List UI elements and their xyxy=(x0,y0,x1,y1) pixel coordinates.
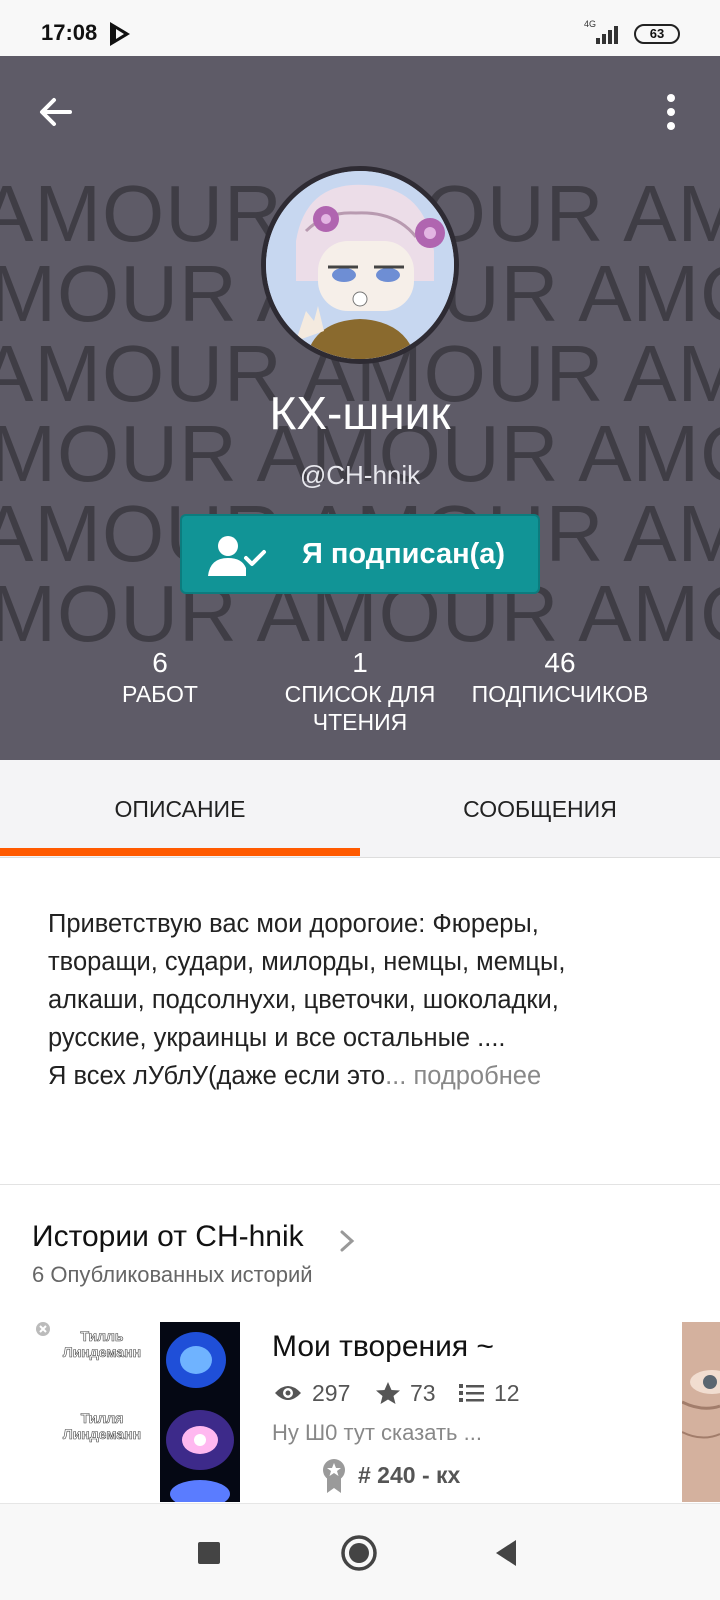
avatar-image xyxy=(266,171,454,359)
eye-icon xyxy=(275,1386,301,1400)
signal-icon: 4G xyxy=(584,19,618,44)
story-votes: 73 xyxy=(374,1376,454,1410)
rank-badge-icon xyxy=(323,1459,345,1493)
description-line: Приветствую вас мои дорогоие: Фюреры, xyxy=(48,910,539,938)
stat-reading-lists[interactable]: 1 СПИСОК ДЛЯ ЧТЕНИЯ xyxy=(270,646,450,736)
recent-apps-icon[interactable] xyxy=(190,1534,228,1572)
battery-icon: 63 xyxy=(634,24,680,44)
description-ellipsis: ... xyxy=(385,1062,407,1090)
stat-followers-label: ПОДПИСЧИКОВ xyxy=(471,681,649,707)
display-name: КХ-шник xyxy=(269,387,451,439)
profile-tabs: ОПИСАНИЕ СООБЩЕНИЯ xyxy=(0,760,720,858)
story-votes-count: 73 xyxy=(410,1380,436,1406)
story-views-count: 297 xyxy=(312,1380,351,1406)
description-line: алкаши, подсолнухи, цветочки, шоколадки, xyxy=(48,986,559,1014)
star-icon xyxy=(376,1382,400,1404)
description-line: творащи, судари, милорды, немцы, мемцы, xyxy=(48,948,566,976)
active-tab-indicator xyxy=(0,848,360,856)
tab-description[interactable]: ОПИСАНИЕ xyxy=(0,760,360,858)
story-parts-count: 12 xyxy=(494,1380,520,1406)
stories-count: 6 Опубликованных историй xyxy=(32,1262,313,1287)
stat-reading-lists-label-2: ЧТЕНИЯ xyxy=(312,709,408,735)
next-cover-image xyxy=(682,1322,720,1502)
back-arrow-icon[interactable] xyxy=(34,90,78,134)
avatar[interactable] xyxy=(261,166,459,364)
cover-brain-image xyxy=(160,1322,240,1502)
stat-followers-count: 46 xyxy=(544,647,576,678)
following-button[interactable]: Я подписан(а) xyxy=(180,514,540,594)
app-notification-icon xyxy=(110,22,130,46)
profile-header: AMOUR AMOUR AMOUR AMOUR AMOUR AMOUR AMOU… xyxy=(0,56,720,760)
more-options-icon[interactable] xyxy=(656,90,686,134)
stat-followers[interactable]: 46 ПОДПИСЧИКОВ xyxy=(460,646,660,708)
story-views: 297 xyxy=(274,1376,364,1410)
story-rank-text: # 240 - кх xyxy=(358,1462,461,1488)
network-type: 4G xyxy=(584,19,596,29)
section-divider xyxy=(0,1184,720,1185)
tab-messages[interactable]: СООБЩЕНИЯ xyxy=(360,760,720,858)
home-icon[interactable] xyxy=(340,1534,378,1572)
cover-caption-top: Тилль Линдеманн xyxy=(62,1328,142,1361)
story-blurb: Ну Ш0 тут сказать ... xyxy=(272,1420,482,1445)
next-story-cover[interactable] xyxy=(682,1322,720,1502)
stat-works-label: РАБОТ xyxy=(122,681,198,707)
status-bar: 17:08 4G 63 xyxy=(0,0,720,56)
chevron-right-icon[interactable] xyxy=(336,1226,358,1256)
status-time: 17:08 xyxy=(41,20,98,45)
stat-works[interactable]: 6 РАБОТ xyxy=(100,646,220,708)
stat-reading-lists-label: СПИСОК ДЛЯ xyxy=(284,681,436,707)
stat-works-count: 6 xyxy=(152,647,168,678)
stat-reading-lists-count: 1 xyxy=(352,647,368,678)
system-navigation-bar xyxy=(0,1503,720,1600)
description-line-last: Я всех лУблУ(даже если это... подробнее xyxy=(48,1057,678,1095)
cover-caption-bottom: Тилля Линдеманн xyxy=(62,1410,142,1443)
user-check-icon xyxy=(208,536,266,576)
profile-description[interactable]: Приветствую вас мои дорогоие: Фюреры, тв… xyxy=(48,905,678,1095)
username: @CH-hnik xyxy=(299,460,421,490)
stories-section-title[interactable]: Истории от CH-hnik xyxy=(32,1220,304,1254)
back-triangle-icon[interactable] xyxy=(488,1534,526,1572)
story-cover[interactable]: Тилль Линдеманн Тилля Линдеманн xyxy=(36,1322,240,1502)
story-parts: 12 xyxy=(458,1376,538,1410)
read-more-link[interactable]: подробнее xyxy=(413,1062,541,1090)
description-line-text: Я всех лУблУ(даже если это xyxy=(48,1062,386,1090)
story-title[interactable]: Мои творения ~ xyxy=(272,1330,494,1364)
following-button-label: Я подписан(а) xyxy=(302,538,506,570)
description-line: русские, украинцы и все остальные .... xyxy=(48,1024,506,1052)
list-icon xyxy=(459,1384,484,1402)
